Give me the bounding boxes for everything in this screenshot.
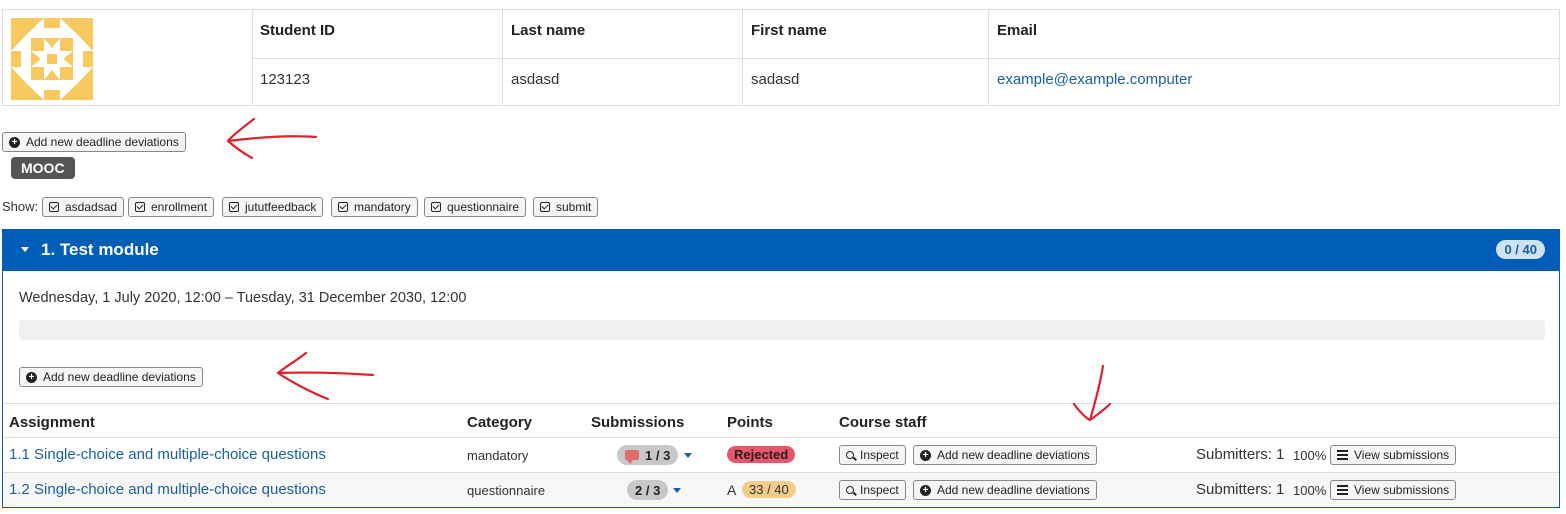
assignment-link[interactable]: 1.1 Single-choice and multiple-choice qu… — [9, 446, 326, 463]
col-points: Points — [727, 414, 773, 431]
plus-circle-icon: + — [920, 449, 931, 461]
submissions-count: 2 / 3 — [635, 482, 661, 498]
feedback-comment-icon — [625, 450, 639, 464]
category-value: mandatory — [467, 448, 529, 463]
view-submissions-label: View submissions — [1354, 483, 1450, 497]
last-name-value: asdasd — [503, 58, 743, 105]
filter-tag-label: enrollment — [151, 200, 208, 214]
annotation-arrow-top — [226, 117, 318, 160]
course-tag-badge: MOOC — [11, 157, 75, 179]
inspect-label: Inspect — [860, 483, 899, 497]
module-points-badge: 0 / 40 — [1496, 240, 1545, 259]
filter-tag-label: jututfeedback — [245, 200, 317, 214]
search-plus-icon — [846, 486, 854, 494]
filter-tag-mandatory[interactable]: mandatory — [331, 197, 418, 217]
submissions-dropdown-icon[interactable] — [684, 453, 692, 458]
view-submissions-button[interactable]: View submissions — [1330, 445, 1457, 465]
filter-tag-submit[interactable]: submit — [533, 197, 599, 217]
row-add-deviations-label: Add new deadline deviations — [937, 483, 1090, 497]
filter-tag-label: mandatory — [354, 200, 411, 214]
exercise-table-header: Assignment Category Submissions Points C… — [3, 403, 1559, 438]
add-deadline-deviations-label: Add new deadline deviations — [26, 135, 179, 149]
submitters-count: Submitters: 1 — [1196, 481, 1285, 498]
table-row: 1.1 Single-choice and multiple-choice qu… — [3, 437, 1559, 472]
plus-circle-icon: + — [920, 484, 931, 496]
filter-tag-label: submit — [556, 200, 592, 214]
grade-value: A — [727, 482, 737, 498]
list-icon — [1337, 450, 1348, 460]
filter-tag-questionnaire[interactable]: questionnaire — [424, 197, 527, 217]
avatar — [11, 18, 93, 100]
checkbox-checked-icon — [229, 202, 239, 212]
student-info-table: Student ID Last name First name Email 12… — [2, 9, 1560, 106]
module-progress-bar — [19, 320, 1545, 340]
show-label: Show: — [2, 199, 39, 214]
plus-circle-icon: + — [26, 371, 37, 383]
submitters-percent: 100% — [1293, 448, 1327, 463]
checkbox-checked-icon — [49, 202, 59, 212]
submissions-count: 1 / 3 — [645, 447, 671, 463]
col-course-staff: Course staff — [839, 414, 927, 431]
list-icon — [1337, 485, 1348, 495]
col-assignment: Assignment — [9, 414, 95, 431]
avatar-cell — [3, 10, 253, 105]
checkbox-checked-icon — [135, 202, 145, 212]
submitters-count: Submitters: 1 — [1196, 446, 1285, 463]
module-add-deadline-deviations-label: Add new deadline deviations — [43, 370, 196, 384]
header-student-id: Student ID — [252, 10, 503, 58]
email-link[interactable]: example@example.computer — [997, 71, 1192, 88]
row-add-deadline-deviations-button[interactable]: + Add new deadline deviations — [913, 445, 1097, 465]
inspect-button[interactable]: Inspect — [839, 480, 906, 500]
view-submissions-button[interactable]: View submissions — [1330, 480, 1457, 500]
student-id-value: 123123 — [252, 58, 503, 105]
inspect-button[interactable]: Inspect — [839, 445, 906, 465]
view-submissions-label: View submissions — [1354, 448, 1450, 462]
checkbox-checked-icon — [338, 202, 348, 212]
module-header[interactable]: 1. Test module 0 / 40 — [3, 230, 1559, 271]
module-dates: Wednesday, 1 July 2020, 12:00 – Tuesday,… — [19, 290, 467, 306]
first-name-value: sadasd — [743, 58, 989, 105]
caret-down-icon[interactable] — [21, 247, 29, 252]
filter-tag-label: asdadsad — [65, 200, 118, 214]
filter-tag-label: questionnaire — [447, 200, 520, 214]
col-category: Category — [467, 414, 533, 431]
filter-tag-enrollment[interactable]: enrollment — [128, 197, 215, 217]
inspect-label: Inspect — [860, 448, 899, 462]
submissions-badge[interactable]: 1 / 3 — [617, 445, 679, 465]
assignment-link[interactable]: 1.2 Single-choice and multiple-choice qu… — [9, 481, 326, 498]
header-email: Email — [997, 22, 1038, 39]
search-plus-icon — [846, 451, 854, 459]
header-first-name: First name — [743, 10, 989, 58]
email-cell: example@example.computer — [989, 58, 1559, 105]
row-add-deviations-label: Add new deadline deviations — [937, 448, 1090, 462]
header-last-name: Last name — [503, 10, 743, 58]
checkbox-checked-icon — [431, 202, 441, 212]
module-title: 1. Test module — [41, 240, 159, 259]
submissions-dropdown-icon[interactable] — [673, 488, 681, 493]
module-add-deadline-deviations-button[interactable]: + Add new deadline deviations — [19, 367, 203, 387]
submitters-percent: 100% — [1293, 483, 1327, 498]
status-badge: Rejected — [727, 446, 796, 463]
row-add-deadline-deviations-button[interactable]: + Add new deadline deviations — [913, 480, 1097, 500]
points-badge: 33 / 40 — [742, 481, 796, 498]
add-deadline-deviations-button[interactable]: + Add new deadline deviations — [2, 132, 186, 152]
module-panel: 1. Test module 0 / 40 Wednesday, 1 July … — [2, 229, 1560, 508]
col-submissions: Submissions — [591, 414, 685, 431]
table-row: 1.2 Single-choice and multiple-choice qu… — [3, 472, 1559, 507]
plus-circle-icon: + — [9, 136, 20, 148]
filter-tag-jututfeedback[interactable]: jututfeedback — [222, 197, 324, 217]
filter-tag-asdadsad[interactable]: asdadsad — [42, 197, 125, 217]
submissions-badge[interactable]: 2 / 3 — [627, 480, 669, 500]
checkbox-checked-icon — [540, 202, 550, 212]
category-value: questionnaire — [467, 483, 546, 498]
